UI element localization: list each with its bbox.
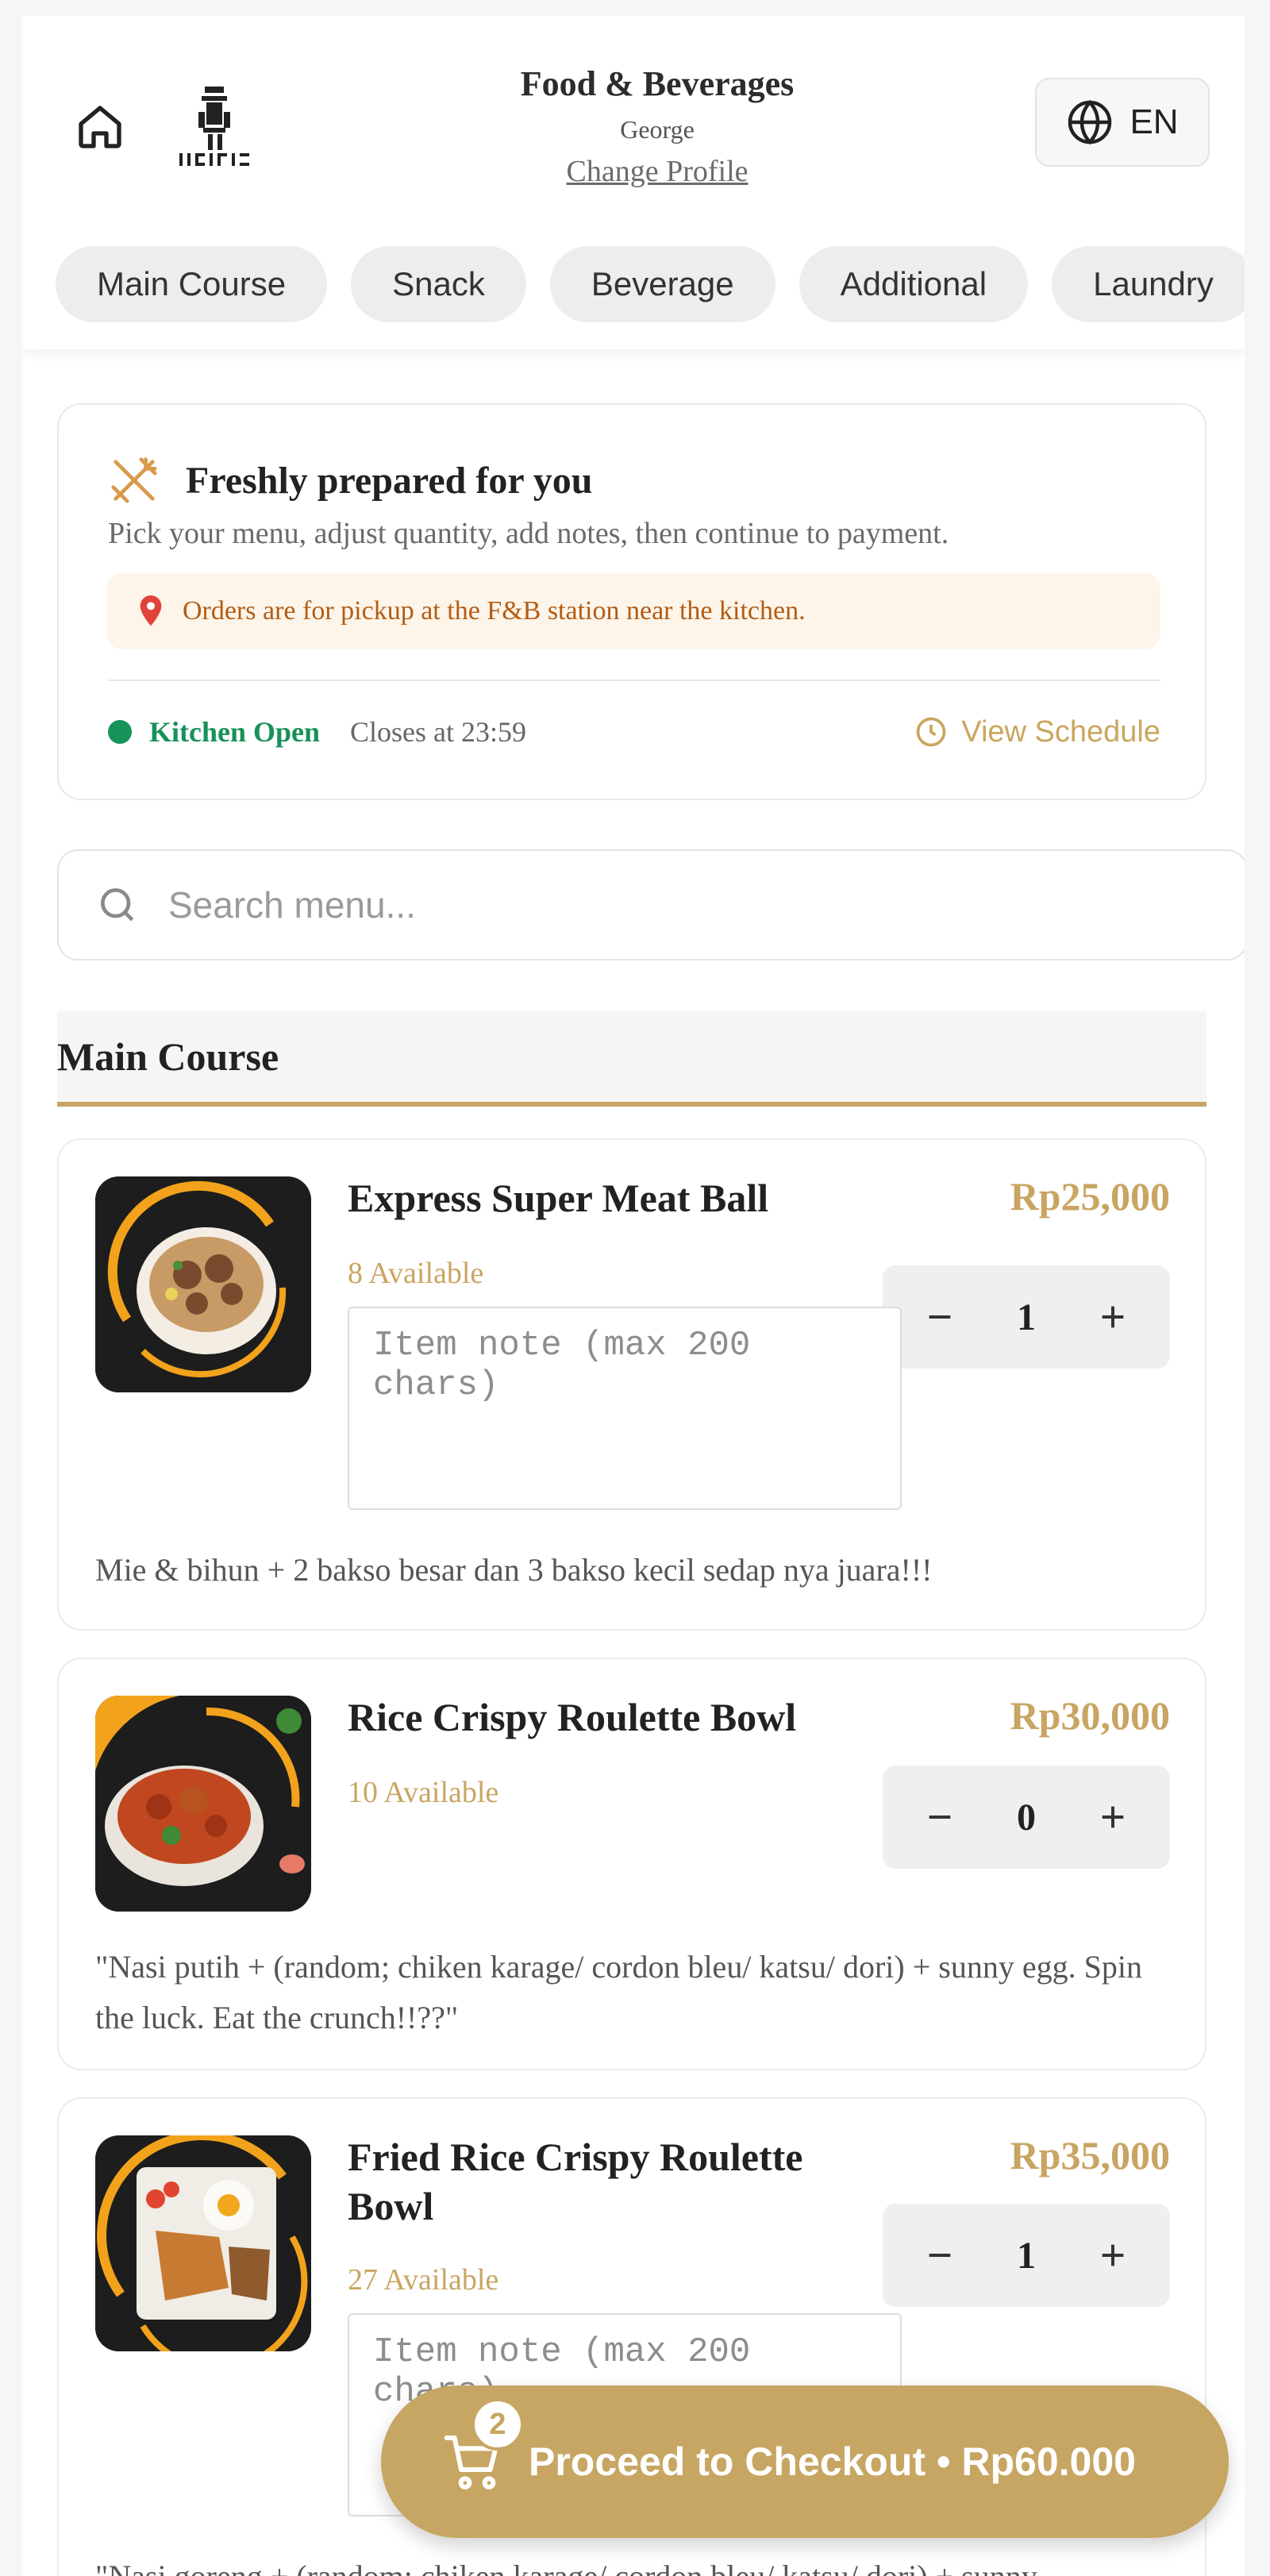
menu-item-card: Express Super Meat Ball 8 Available Rp25… xyxy=(57,1138,1206,1631)
intro-card: Freshly prepared for you Pick your menu,… xyxy=(57,403,1206,800)
tab-snack[interactable]: Snack xyxy=(351,246,526,322)
section-title: Main Course xyxy=(57,1034,279,1079)
tab-main-course[interactable]: Main Course xyxy=(56,246,328,322)
item-price: Rp30,000 xyxy=(1010,1693,1170,1738)
item-price: Rp35,000 xyxy=(1010,2133,1170,2177)
category-tabs: Main Course Snack Beverage Additional La… xyxy=(56,246,1245,325)
item-description: Mie & bihun + 2 bakso besar dan 3 bakso … xyxy=(95,1552,933,1588)
increase-button[interactable] xyxy=(1081,2224,1145,2287)
quantity-stepper: 1 xyxy=(883,1265,1170,1369)
view-schedule-link[interactable]: View Schedule xyxy=(914,714,1160,749)
brand-logo xyxy=(167,79,262,175)
cart: 2 xyxy=(441,2398,524,2493)
profile-name: George xyxy=(620,115,695,144)
menu-item-card: Rice Crispy Roulette Bowl 10 Available R… xyxy=(57,1658,1206,2070)
search-icon xyxy=(100,888,134,922)
header: Food & Beverages George Change Profile E… xyxy=(22,16,1245,349)
increase-button[interactable] xyxy=(1081,1285,1145,1349)
quantity-stepper: 1 xyxy=(883,2204,1170,2307)
divider xyxy=(108,680,1160,681)
decrease-button[interactable] xyxy=(908,1785,972,1849)
page: Food & Beverages George Change Profile E… xyxy=(22,16,1245,2576)
item-name: Rice Crispy Roulette Bowl xyxy=(348,1695,797,1739)
intro-header: Freshly prepared for you xyxy=(106,452,592,508)
change-profile-link[interactable]: Change Profile xyxy=(566,154,748,189)
quantity-stepper: 0 xyxy=(883,1765,1170,1869)
title-block: Food & Beverages George Change Profile xyxy=(435,64,879,189)
language-label: EN xyxy=(1130,102,1179,141)
section-header: Main Course xyxy=(57,1011,1206,1107)
plus-icon xyxy=(1102,2244,1124,2266)
kitchen-status-row: Kitchen Open Closes at 23:59 View Schedu… xyxy=(108,708,1160,756)
home-icon xyxy=(79,106,121,148)
minus-icon xyxy=(929,1315,951,1319)
tab-beverage[interactable]: Beverage xyxy=(549,246,775,322)
intro-title: Freshly prepared for you xyxy=(186,459,593,502)
item-name: Express Super Meat Ball xyxy=(348,1176,769,1220)
quantity-value: 1 xyxy=(1017,2234,1036,2277)
item-note-input[interactable] xyxy=(348,1307,902,1510)
item-description: "Nasi putih + (random; chiken karage/ co… xyxy=(95,1949,1142,2035)
utensils-icon xyxy=(111,457,157,503)
search-bar xyxy=(57,849,1245,961)
increase-button[interactable] xyxy=(1081,1785,1145,1849)
item-image xyxy=(95,2135,311,2351)
minus-icon xyxy=(929,2254,951,2257)
search-input[interactable] xyxy=(168,884,1200,926)
item-description: "Nasi goreng + (random; chiken karage/ c… xyxy=(95,2551,1175,2576)
pickup-notice: Orders are for pickup at the F&B station… xyxy=(106,573,1160,649)
language-button[interactable]: EN xyxy=(1035,78,1210,167)
view-schedule-label: View Schedule xyxy=(961,714,1160,749)
checkout-button[interactable]: 2 Proceed to Checkout • Rp60.000 xyxy=(381,2385,1229,2538)
pickup-notice-text: Orders are for pickup at the F&B station… xyxy=(183,596,806,626)
cart-count-badge: 2 xyxy=(471,2398,524,2451)
closing-time: Closes at 23:59 xyxy=(350,716,527,748)
item-availability: 8 Available xyxy=(348,1257,484,1290)
map-pin-icon xyxy=(140,595,162,626)
home-button[interactable] xyxy=(68,95,132,159)
decrease-button[interactable] xyxy=(908,2224,972,2287)
checkout-label: Proceed to Checkout • Rp60.000 xyxy=(529,2439,1136,2484)
tab-additional[interactable]: Additional xyxy=(799,246,1029,322)
quantity-value: 1 xyxy=(1017,1296,1036,1338)
item-availability: 10 Available xyxy=(348,1776,499,1809)
intro-description: Pick your menu, adjust quantity, add not… xyxy=(108,517,949,550)
page-title: Food & Beverages xyxy=(520,64,795,103)
clock-icon xyxy=(916,717,946,747)
minus-icon xyxy=(929,1816,951,1819)
item-image xyxy=(95,1696,311,1912)
globe-icon xyxy=(1068,99,1112,145)
item-availability: 27 Available xyxy=(348,2263,499,2297)
item-image xyxy=(95,1176,311,1392)
decrease-button[interactable] xyxy=(908,1285,972,1349)
status-dot xyxy=(108,720,132,744)
quantity-value: 0 xyxy=(1017,1796,1036,1839)
item-price: Rp25,000 xyxy=(1010,1174,1170,1219)
plus-icon xyxy=(1102,1806,1124,1828)
plus-icon xyxy=(1102,1306,1124,1328)
kitchen-status: Kitchen Open xyxy=(149,716,321,748)
item-name: Fried Rice Crispy Roulette Bowl xyxy=(348,2135,803,2228)
tab-laundry[interactable]: Laundry xyxy=(1052,246,1245,322)
